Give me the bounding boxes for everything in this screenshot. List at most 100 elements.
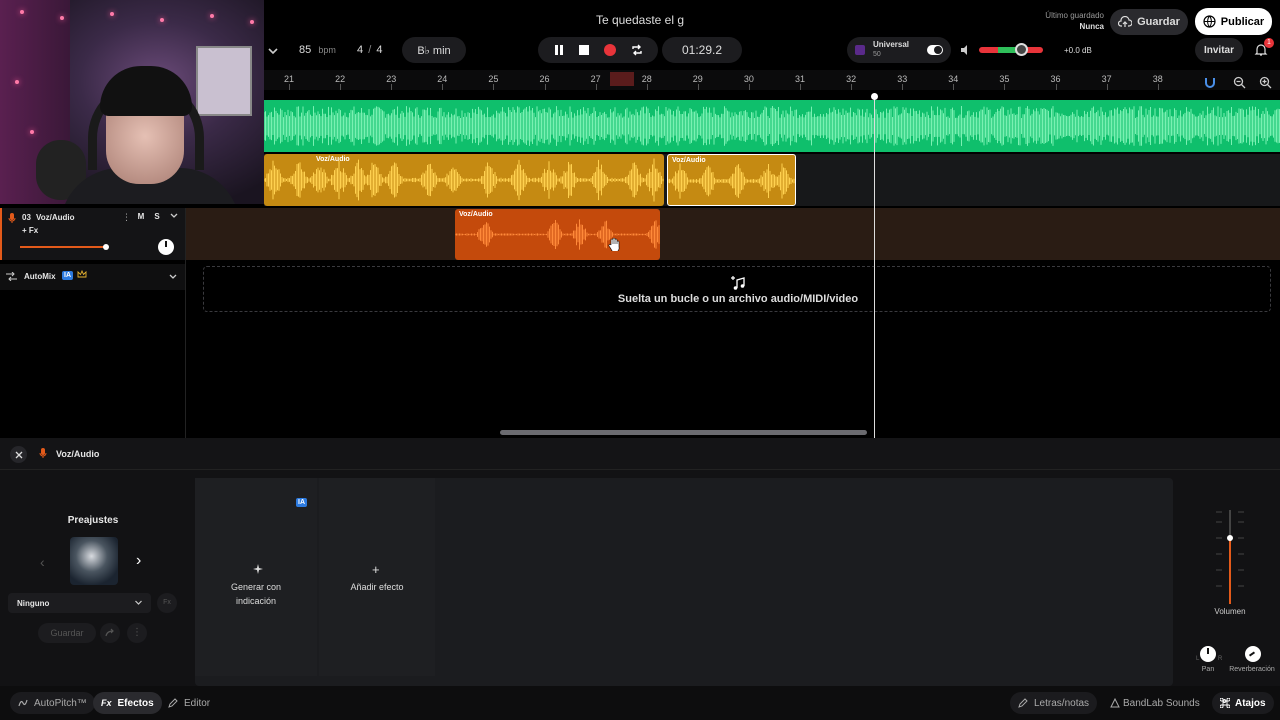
playhead-handle[interactable]	[871, 93, 878, 100]
horizontal-scrollbar[interactable]	[500, 430, 867, 435]
tempo-value: 85	[299, 44, 312, 56]
chevron-down-icon[interactable]	[169, 211, 179, 224]
pan-knob[interactable]	[1200, 646, 1216, 662]
stop-icon[interactable]	[578, 44, 590, 56]
webcam-overlay	[0, 0, 264, 204]
track-header-automix[interactable]: AutoMix IA	[0, 264, 186, 290]
key-selector[interactable]: B♭ min	[402, 37, 466, 63]
automix-icon	[6, 271, 17, 284]
green-audio-clip[interactable]	[264, 100, 1280, 152]
volume-fader[interactable]	[1214, 510, 1246, 606]
mastering-toggle[interactable]	[927, 45, 943, 55]
drop-zone-text: Suelta un bucle o un archivo audio/MIDI/…	[617, 293, 859, 305]
speaker-icon[interactable]	[960, 44, 972, 59]
save-button[interactable]: Guardar	[1110, 9, 1188, 35]
effects-label: Efectos	[117, 697, 154, 709]
volume-label: Volumen	[1214, 607, 1246, 616]
loop-marker[interactable]	[610, 72, 634, 86]
add-effect-card[interactable]: + Añadir efecto	[319, 478, 435, 676]
fx-bypass-icon[interactable]: Fx	[157, 593, 177, 613]
project-title[interactable]: Te quedaste el g	[500, 13, 780, 27]
magnet-icon[interactable]	[1204, 76, 1216, 91]
zoom-in-icon[interactable]	[1259, 76, 1272, 92]
preset-name: Universal	[873, 40, 910, 49]
preset-select-value: Ninguno	[17, 599, 50, 608]
mastering-preset[interactable]: Universal 50	[847, 37, 951, 63]
sparkle-icon	[253, 564, 263, 577]
chevron-down-icon[interactable]	[266, 44, 282, 58]
editor-label: Editor	[184, 697, 211, 709]
lyrics-button[interactable]: Letras/notas	[1010, 692, 1098, 714]
loop-icon[interactable]	[630, 43, 644, 57]
clip-label: Voz/Audio	[672, 157, 706, 164]
effects-tab[interactable]: Fx Efectos	[93, 692, 162, 714]
sounds-label: BandLab Sounds	[1123, 697, 1200, 709]
green-waveform	[264, 106, 1280, 146]
shortcuts-button[interactable]: Atajos	[1212, 692, 1274, 714]
share-icon[interactable]	[100, 623, 120, 643]
yellow-clip-1[interactable]: Voz/Audio	[264, 154, 664, 206]
tempo-unit: bpm	[318, 45, 336, 55]
editor-tab[interactable]: Editor	[160, 692, 218, 714]
chevron-right-icon[interactable]: ›	[136, 552, 141, 570]
pan-left-marker: L	[1196, 656, 1200, 662]
fx-icon: Fx	[101, 698, 112, 708]
playhead[interactable]	[874, 96, 875, 438]
preset-select[interactable]: Ninguno	[8, 593, 151, 613]
track-name[interactable]: Voz/Audio	[36, 213, 75, 222]
generate-label-1: Generar con	[230, 582, 282, 592]
more-options-icon[interactable]: ⋮	[127, 623, 147, 643]
last-saved-label: Último guardado	[1045, 11, 1104, 20]
chevron-left-icon[interactable]: ‹	[40, 554, 45, 570]
generate-label-2: indicación	[235, 596, 277, 606]
autopitch-icon	[18, 698, 28, 708]
add-fx-button[interactable]: + Fx	[22, 226, 38, 235]
yellow-clip-2[interactable]: Voz/Audio	[667, 154, 796, 206]
tempo-display[interactable]: 85 bpm	[299, 44, 336, 56]
timeline-ruler[interactable]	[264, 70, 1280, 90]
invite-button[interactable]: Invitar	[1195, 38, 1243, 62]
track-header-voz[interactable]: 03 Voz/Audio ⋮ M S + Fx	[0, 208, 186, 260]
autopitch-button[interactable]: AutoPitch™	[10, 692, 95, 714]
pan-right-marker: R	[1218, 656, 1223, 662]
globe-icon	[1203, 15, 1216, 28]
time-signature[interactable]: 4 / 4	[357, 44, 382, 56]
presets-title: Preajustes	[67, 515, 119, 526]
panel-track-name: Voz/Audio	[56, 449, 100, 459]
time-sig-separator: /	[368, 44, 372, 56]
publish-button-label: Publicar	[1220, 15, 1265, 28]
preset-save-button[interactable]: Guardar	[38, 623, 96, 643]
chevron-down-icon[interactable]	[168, 272, 178, 285]
orange-clip[interactable]: Voz/Audio	[455, 209, 660, 260]
zoom-out-icon[interactable]	[1233, 76, 1246, 92]
ai-badge: IA	[62, 271, 73, 280]
track-pan-knob[interactable]	[158, 239, 174, 255]
ai-badge: IA	[296, 498, 307, 507]
effects-chain-area: IA Generar con indicación + Añadir efect…	[195, 478, 1173, 686]
master-volume-slider[interactable]	[979, 43, 1043, 56]
publish-button[interactable]: Publicar	[1195, 8, 1272, 35]
hand-cursor-icon	[608, 237, 620, 254]
bandlab-sounds-button[interactable]: BandLab Sounds	[1102, 692, 1208, 714]
track-volume-slider[interactable]	[20, 244, 109, 250]
lyrics-label: Letras/notas	[1034, 697, 1090, 709]
track-menu-icon[interactable]: ⋮	[122, 212, 131, 223]
autopitch-label: AutoPitch™	[34, 697, 87, 709]
preset-thumbnail[interactable]	[70, 537, 118, 585]
mute-button[interactable]: M	[135, 212, 147, 223]
reverb-knob[interactable]	[1245, 646, 1261, 662]
solo-button[interactable]: S	[151, 212, 163, 223]
drop-zone[interactable]: Suelta un bucle o un archivo audio/MIDI/…	[203, 266, 1271, 312]
generate-effect-card[interactable]: IA Generar con indicación	[195, 478, 317, 676]
record-icon[interactable]	[603, 43, 617, 57]
pause-icon[interactable]	[553, 44, 565, 56]
panel-header: Voz/Audio	[0, 438, 1280, 470]
last-saved-value: Nunca	[1079, 22, 1104, 31]
music-note-plus-icon	[730, 275, 746, 294]
save-button-label: Guardar	[1137, 16, 1180, 28]
pan-label: Pan	[1201, 666, 1215, 673]
crown-icon	[77, 269, 87, 282]
reverb-label: Reverberación	[1229, 666, 1275, 673]
orange-track-lane[interactable]	[186, 208, 1280, 260]
close-icon[interactable]	[10, 446, 27, 463]
